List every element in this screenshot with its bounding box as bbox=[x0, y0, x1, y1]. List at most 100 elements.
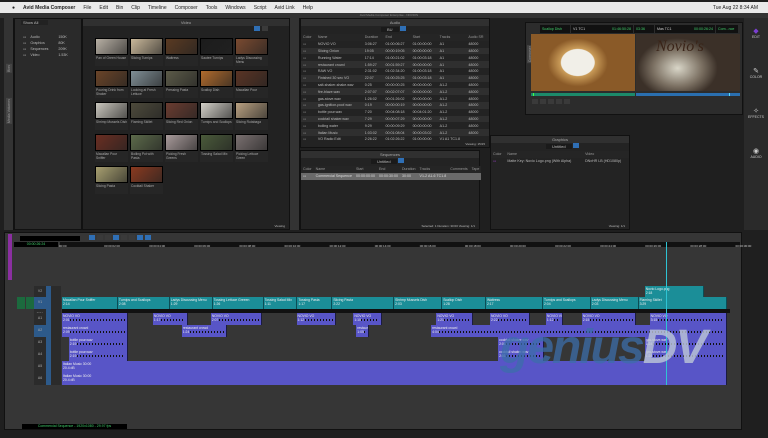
audio-clip[interactable]: NOVIO VO 1:21 bbox=[436, 313, 474, 325]
menu-file[interactable]: File bbox=[83, 5, 91, 11]
menu-edit[interactable]: Edit bbox=[99, 5, 108, 11]
add-edit-button[interactable] bbox=[129, 235, 135, 240]
clip-thumbnail[interactable]: Pressing Pasta bbox=[165, 70, 198, 98]
clip-thumbnail[interactable]: Ladys Discussing Menu bbox=[235, 38, 268, 66]
column-header[interactable]: Tracks bbox=[417, 166, 449, 173]
column-header[interactable]: Name bbox=[505, 151, 584, 158]
audio-clip[interactable]: restaurant crowd1:05 bbox=[356, 325, 370, 337]
audio-clip[interactable]: bottle pour.wav 2:19 bbox=[68, 349, 128, 361]
tab-bins[interactable]: Bins bbox=[6, 64, 12, 73]
clip-thumbnail[interactable]: Looking at Fresh Lettuce bbox=[130, 70, 163, 98]
column-header[interactable]: Comments bbox=[448, 166, 470, 173]
column-header[interactable]: Tape bbox=[469, 166, 482, 173]
link-button[interactable] bbox=[137, 235, 143, 240]
list-view-button[interactable] bbox=[262, 26, 268, 31]
clip-thumbnail[interactable]: Turnips and Scallops bbox=[200, 102, 233, 130]
track-header-a2[interactable]: A2 bbox=[34, 325, 61, 337]
video-clip[interactable]: Ladys Discussing Menu 1:29 bbox=[169, 297, 213, 309]
bin-row[interactable]: ▭ restaurant crowd 1:59:27 00:01:59:27 00:00… bbox=[301, 61, 489, 68]
extract-button[interactable] bbox=[105, 235, 111, 240]
clip-thumbnail[interactable]: Boiling Pot with Pasta bbox=[130, 134, 163, 162]
column-header[interactable]: Tracks bbox=[437, 34, 467, 41]
column-header[interactable]: Start bbox=[353, 166, 377, 173]
track-monitor-icon[interactable] bbox=[51, 325, 59, 337]
track-monitor-icon[interactable] bbox=[51, 297, 59, 309]
bin-row[interactable]: ▭ gas-stove.wav 1:26:02 00:01:26:02 00:00:00… bbox=[301, 95, 489, 102]
audio-clip[interactable]: NOVIO VO 1:10 bbox=[353, 313, 383, 325]
bin-row[interactable]: ▭ NOVIO VO 3:06:27 01:00:06:27 01:00:00:00 A1… bbox=[301, 41, 489, 48]
column-header[interactable]: Name bbox=[313, 166, 354, 173]
clip-thumbnail[interactable]: Scallop Dish bbox=[200, 70, 233, 98]
record-track-button[interactable] bbox=[17, 297, 25, 309]
lift-button[interactable] bbox=[97, 235, 103, 240]
filter-dropdown[interactable]: Show All bbox=[21, 20, 49, 25]
clip-thumbnail[interactable]: Pan of Green House bbox=[95, 38, 128, 66]
bin-row[interactable]: ▭ RAW VO 2:31:02 01:02:34:20 01:00:03:18 A1 48… bbox=[301, 68, 489, 75]
frame-view-button[interactable] bbox=[254, 26, 260, 31]
palette-effects[interactable]: ✧ EFFECTS bbox=[744, 107, 768, 119]
clip-thumbnail[interactable]: Picking Lettuce Green bbox=[235, 134, 268, 162]
snap-button[interactable] bbox=[145, 235, 151, 240]
audio-clip[interactable]: NOVIO VO 1:17 bbox=[152, 313, 188, 325]
track-header-a1[interactable]: A1 bbox=[34, 313, 61, 325]
column-header[interactable]: Name bbox=[315, 34, 363, 41]
clip-thumbnail[interactable]: Slicing Rutabaga bbox=[235, 102, 268, 130]
menu-windows[interactable]: Windows bbox=[225, 5, 245, 11]
list-view-button[interactable] bbox=[399, 26, 406, 31]
column-header[interactable]: Color bbox=[301, 166, 314, 173]
app-name[interactable]: Avid Media Composer bbox=[23, 5, 75, 11]
track-monitor-icon[interactable] bbox=[51, 373, 59, 385]
bin-row[interactable]: ▭ VO Radio Edit 2:26:22 01:02:26:22 01:00:00… bbox=[301, 136, 489, 143]
audio-clip[interactable]: restaurant crowd 1:24 bbox=[181, 325, 227, 337]
track-header-a4[interactable]: A4 bbox=[34, 349, 61, 361]
video-clip[interactable]: Tossing Lettuce Greeen 1:26 bbox=[212, 297, 264, 309]
clip-thumbnail[interactable]: Macallan Pour bbox=[235, 70, 268, 98]
clip-thumbnail[interactable]: Macallan Pour Sniffer bbox=[95, 134, 128, 162]
clip-thumbnail[interactable]: Sautee Turnips bbox=[200, 38, 233, 66]
menu-tools[interactable]: Tools bbox=[206, 5, 218, 11]
bin-row[interactable]: ▭ boiling water 9:29 00:00:09:29 00:00:00:00… bbox=[301, 122, 489, 129]
clip-thumbnail[interactable]: Picking Fresh Greens bbox=[165, 134, 198, 162]
video-quality-button[interactable] bbox=[89, 235, 95, 240]
video-clip[interactable]: Turnips and Scallops 2:08 bbox=[117, 297, 170, 309]
menu-clip[interactable]: Clip bbox=[131, 5, 140, 11]
audio-clip[interactable]: NOVIO VO 1:12 bbox=[296, 313, 337, 325]
menu-help[interactable]: Help bbox=[303, 5, 313, 11]
menu-avid-link[interactable]: Avid Link bbox=[274, 5, 294, 11]
mark-in-button[interactable] bbox=[540, 99, 546, 104]
timeline-side-tab[interactable] bbox=[8, 234, 12, 280]
bin-row[interactable]: ▭ gas-ignition-poof.wav 0:19 00:00:00:19 00:… bbox=[301, 101, 489, 109]
column-header[interactable]: Duration bbox=[399, 166, 418, 173]
video-clip[interactable]: Flaming Skillet 3:29 bbox=[638, 297, 728, 309]
column-header[interactable]: Duration bbox=[362, 34, 384, 41]
clip-thumbnail[interactable]: Waitress bbox=[165, 38, 198, 66]
video-clip[interactable]: Macallan Pour Sniffer 2:14 bbox=[62, 297, 118, 309]
track-header-v1[interactable]: V1 bbox=[34, 297, 61, 309]
track-monitor-icon[interactable] bbox=[51, 313, 59, 325]
menubar-clock[interactable]: Tue Aug 22 8:34 AM bbox=[713, 5, 758, 11]
source-monitor[interactable] bbox=[531, 34, 635, 91]
record-monitor[interactable]: Novio's bbox=[636, 34, 740, 91]
column-header[interactable]: Start bbox=[410, 34, 438, 41]
list-view-button[interactable] bbox=[572, 143, 579, 148]
tab-media-volumes[interactable]: Media Volumes bbox=[6, 98, 12, 124]
column-header[interactable]: Color bbox=[491, 151, 506, 158]
project-bin-item[interactable]: ▭ Video 1.53K bbox=[15, 52, 81, 58]
sequence-menu[interactable]: Com...nce bbox=[716, 25, 738, 33]
overwrite-button[interactable] bbox=[564, 99, 570, 104]
record-position-bar[interactable] bbox=[636, 93, 740, 96]
audio-clip[interactable]: NOVIO VO 2:07 bbox=[210, 313, 262, 325]
mark-out-button[interactable] bbox=[548, 99, 554, 104]
bin-row[interactable]: ▭ Italian Music 1:03:02 00:01:08:04 00:00:03… bbox=[301, 129, 489, 136]
track-header-a3[interactable]: A3 bbox=[34, 337, 61, 349]
bin-view-dropdown[interactable]: BU bbox=[381, 27, 399, 32]
clip-thumbnail[interactable]: Pouring Drink from Shaker bbox=[95, 70, 128, 98]
column-header[interactable]: Color bbox=[301, 34, 316, 41]
menu-script[interactable]: Script bbox=[254, 5, 267, 11]
clip-thumbnail[interactable]: Shrimp Mussels Dish bbox=[95, 102, 128, 130]
track-header-a5[interactable]: A5 bbox=[34, 361, 61, 373]
track-monitor-icon[interactable] bbox=[51, 337, 59, 349]
bin-row[interactable]: ▭ salt-shaker-shake.wav 0:25 00:00:00:25 00:… bbox=[301, 82, 489, 89]
bin-row[interactable]: ▭ Slicing Onion 19:05 00:00:19:05 00:00:00:0… bbox=[301, 47, 489, 55]
source-position-bar[interactable] bbox=[531, 93, 635, 96]
